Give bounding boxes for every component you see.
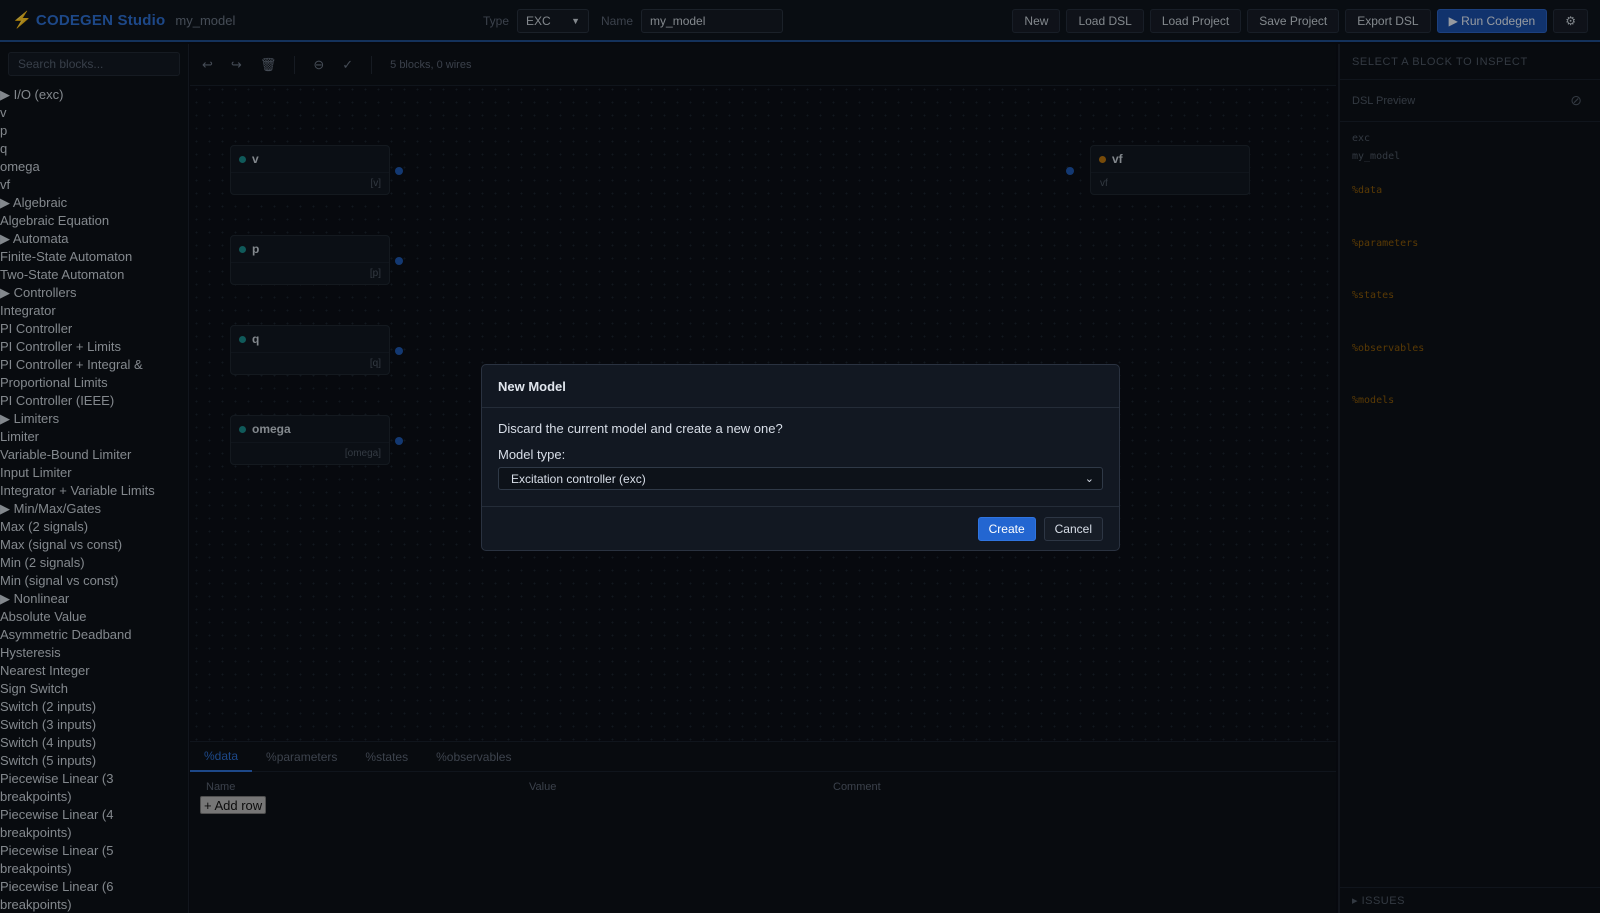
chevron-down-icon: ⌄ bbox=[1084, 473, 1094, 485]
model-type-select[interactable]: Excitation controller (exc) ⌄ bbox=[498, 467, 1103, 490]
dialog-title: New Model bbox=[482, 365, 1119, 408]
model-type-value: Excitation controller (exc) bbox=[511, 471, 646, 486]
create-button[interactable]: Create bbox=[977, 516, 1036, 541]
model-type-label: Model type: bbox=[498, 447, 566, 462]
dialog-body: Discard the current model and create a n… bbox=[482, 408, 1119, 507]
dialog-footer: Create Cancel bbox=[482, 507, 1119, 550]
cancel-button[interactable]: Cancel bbox=[1043, 516, 1103, 541]
new-model-dialog: New Model Discard the current model and … bbox=[481, 364, 1120, 551]
dialog-question: Discard the current model and create a n… bbox=[498, 421, 783, 436]
